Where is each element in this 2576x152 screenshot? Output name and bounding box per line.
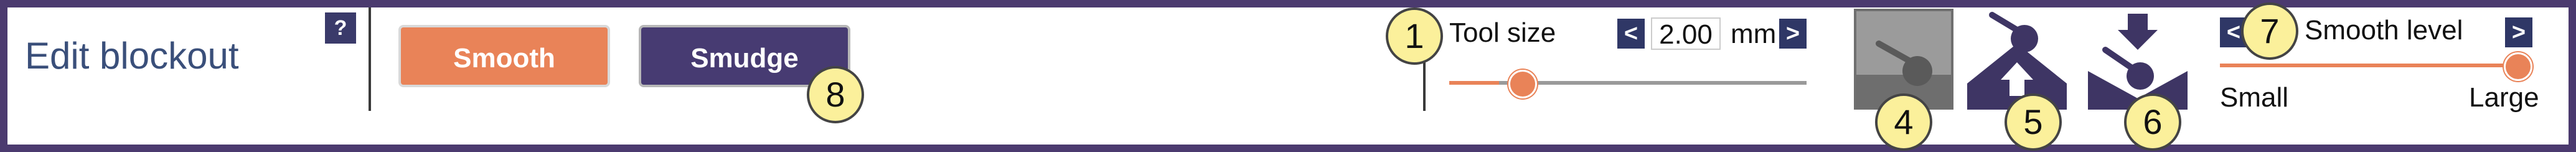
smooth-level-min-label: Small — [2220, 82, 2289, 113]
callout-8: 8 — [807, 66, 864, 123]
tool-size-slider-fill — [1449, 81, 1499, 85]
tool-size-unit: mm — [1731, 19, 1777, 49]
divider — [1423, 62, 1426, 111]
flat-brush-icon — [1856, 40, 1951, 107]
panel-title: Edit blockout — [25, 35, 239, 77]
smooth-level-slider-fill — [2220, 64, 2516, 67]
callout-5: 5 — [2005, 93, 2062, 151]
tool-size-increase-button[interactable]: > — [1779, 19, 1807, 49]
tool-size-label: Tool size — [1449, 17, 1556, 48]
smooth-level-slider[interactable] — [2220, 52, 2532, 81]
callout-6: 6 — [2124, 93, 2181, 151]
callout-7: 7 — [2241, 2, 2298, 60]
callout-4: 4 — [1875, 93, 1932, 151]
divider — [369, 7, 371, 111]
tool-size-slider-handle[interactable] — [1508, 70, 1537, 98]
smooth-level-slider-handle[interactable] — [2504, 52, 2532, 81]
remove-material-icon — [2088, 14, 2188, 110]
smooth-button[interactable]: Smooth — [398, 25, 610, 87]
add-material-icon — [1967, 12, 2067, 110]
tool-size-slider[interactable] — [1449, 70, 1807, 98]
smooth-level-label: Smooth level — [2305, 15, 2463, 45]
tool-size-slider-track — [1499, 81, 1807, 85]
smooth-level-increase-button[interactable]: > — [2505, 17, 2532, 47]
tool-size-input[interactable]: 2.00 — [1651, 17, 1721, 50]
tool-remove-button[interactable] — [2088, 9, 2188, 110]
tool-add-button[interactable] — [1967, 9, 2067, 110]
smooth-level-max-label: Large — [2469, 82, 2539, 113]
tool-size-decrease-button[interactable]: < — [1617, 19, 1645, 49]
callout-1: 1 — [1386, 7, 1443, 65]
blockout-toolbar — [0, 0, 2576, 152]
help-button[interactable]: ? — [325, 12, 356, 44]
